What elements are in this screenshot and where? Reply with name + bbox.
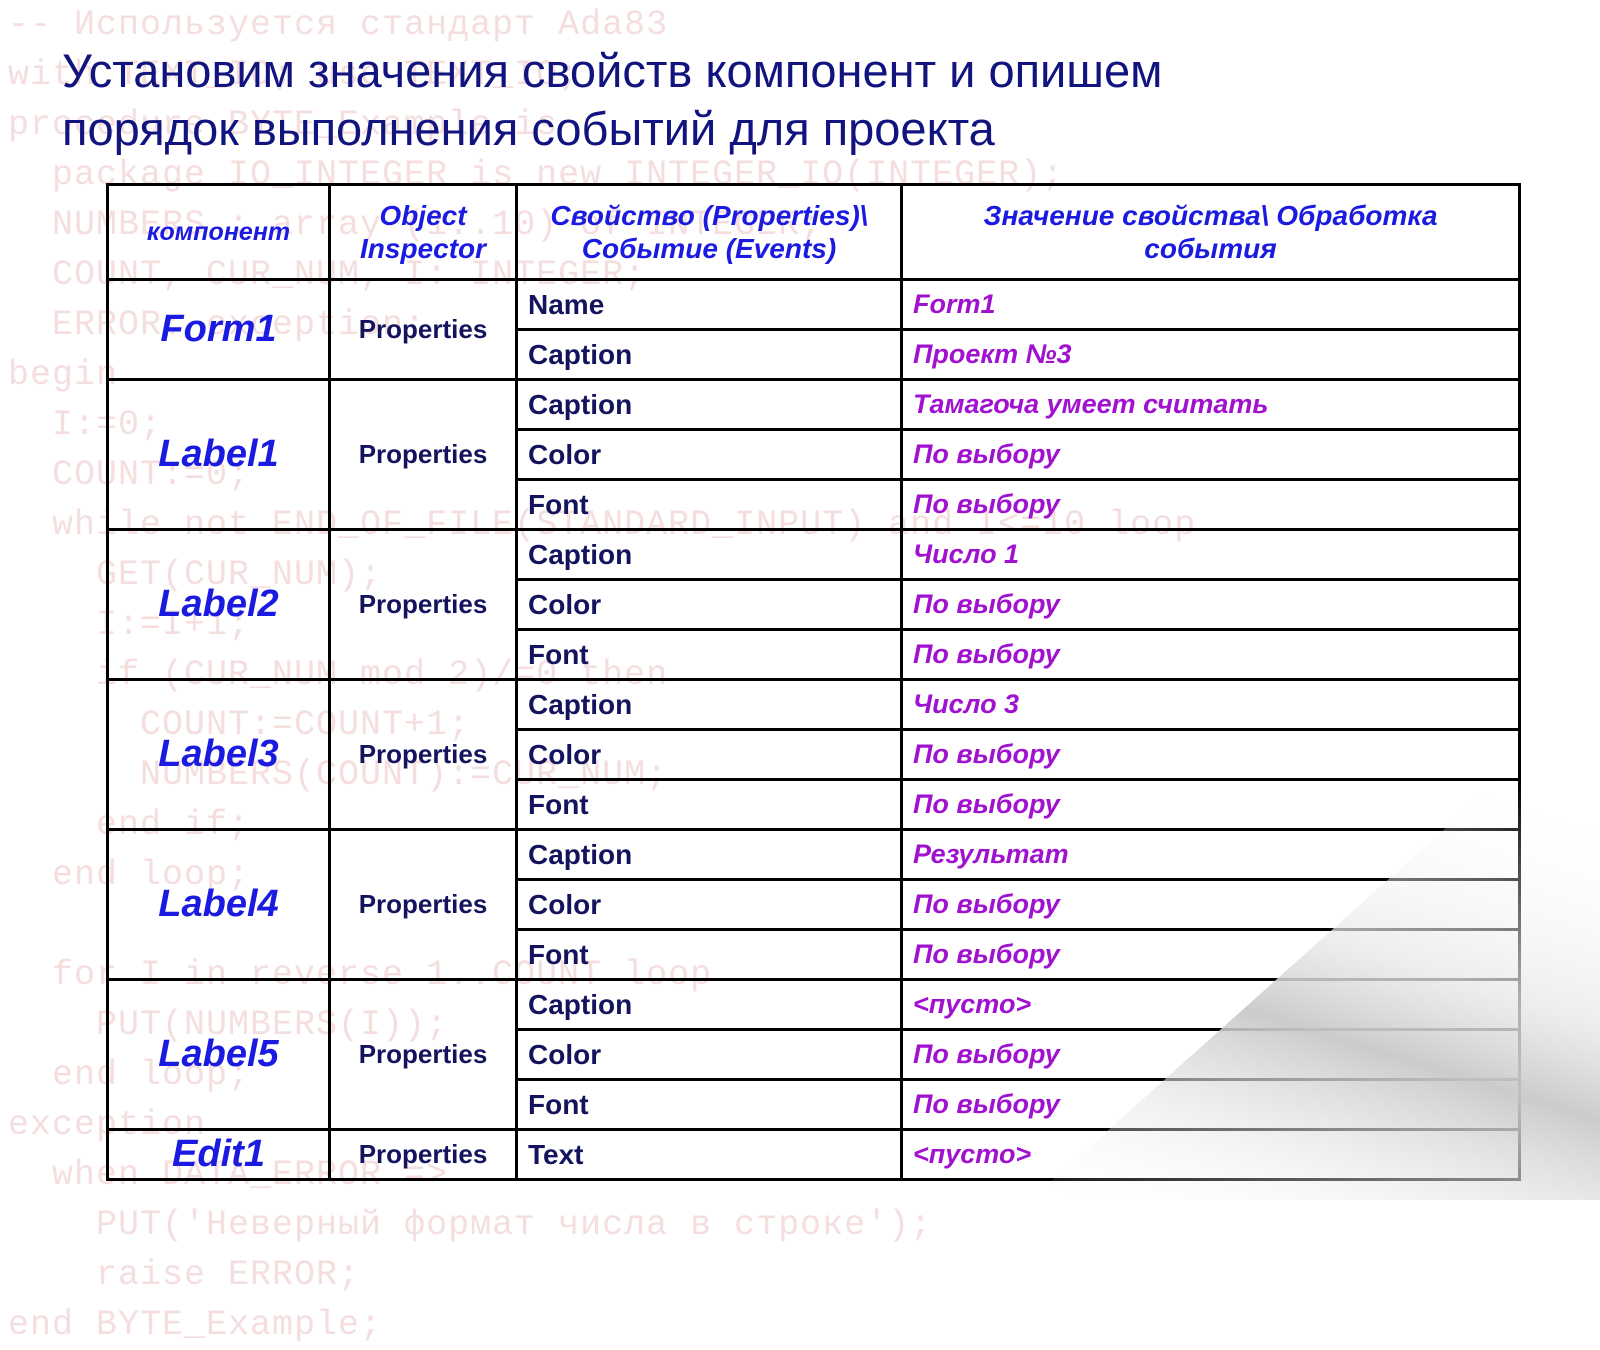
component-name-cell: Edit1 xyxy=(106,1128,331,1181)
property-value-cell: По выбору xyxy=(900,878,1521,931)
property-name-cell: Font xyxy=(515,778,903,831)
component-name-cell: Label4 xyxy=(106,828,331,981)
header-value-handler: Значение свойства\ Обработка события xyxy=(900,183,1521,281)
property-name-cell: Caption xyxy=(515,328,903,381)
table-row: Label1 Properties Caption Тамагоча умеет сч… xyxy=(106,378,1521,531)
property-value-cell: По выбору xyxy=(900,478,1521,531)
table-row: Label3 Properties Caption Число 3 xyxy=(106,678,1521,831)
component-name-cell: Label2 xyxy=(106,528,331,681)
header-object-inspector: Object Inspector xyxy=(328,183,518,281)
page-title-line-2: порядок выполнения событий для проекта xyxy=(62,102,995,155)
object-inspector-cell: Properties xyxy=(328,528,518,681)
property-value-cell: Число 3 xyxy=(900,678,1521,731)
object-inspector-cell: Properties xyxy=(328,378,518,531)
table-row: Form1 Properties Name Form1 xyxy=(106,278,1521,381)
property-value-cell: По выбору xyxy=(900,928,1521,981)
object-inspector-cell: Properties xyxy=(328,678,518,831)
header-value-handler-line-1: Значение свойства\ Обработка xyxy=(983,200,1438,231)
table-row: Label4 Properties Caption Результат xyxy=(106,828,1521,981)
property-value-cell: <пусто> xyxy=(900,978,1521,1031)
object-inspector-cell: Properties xyxy=(328,1128,518,1181)
property-value-cell: Тамагоча умеет считать xyxy=(900,378,1521,431)
object-inspector-cell: Properties xyxy=(328,978,518,1131)
property-name-cell: Font xyxy=(515,928,903,981)
property-value-cell: По выбору xyxy=(900,1078,1521,1131)
header-component: компонент xyxy=(106,183,331,281)
property-value-cell: По выбору xyxy=(900,1028,1521,1081)
property-value-cell: По выбору xyxy=(900,778,1521,831)
property-value-cell: Результат xyxy=(900,828,1521,881)
header-property-event-line-2: Событие (Events) xyxy=(581,233,837,264)
property-name-cell: Color xyxy=(515,1028,903,1081)
component-properties-table: компонент Object Inspector Свойство (Pro… xyxy=(106,183,1521,1181)
property-value-cell: <пусто> xyxy=(900,1128,1521,1181)
property-value-cell: По выбору xyxy=(900,578,1521,631)
property-value-cell: Число 1 xyxy=(900,528,1521,581)
property-name-cell: Color xyxy=(515,728,903,781)
object-inspector-cell: Properties xyxy=(328,278,518,381)
property-name-cell: Font xyxy=(515,478,903,531)
header-object-inspector-line-1: Object xyxy=(379,200,467,231)
slide-canvas: Установим значения свойств компонент и о… xyxy=(0,0,1600,1200)
component-name-cell: Label3 xyxy=(106,678,331,831)
table-row: Label2 Properties Caption Число 1 xyxy=(106,528,1521,681)
component-name-cell: Label5 xyxy=(106,978,331,1131)
object-inspector-cell: Properties xyxy=(328,828,518,981)
property-name-cell: Text xyxy=(515,1128,903,1181)
component-name-cell: Form1 xyxy=(106,278,331,381)
page-title-line-1: Установим значения свойств компонент и о… xyxy=(62,44,1163,97)
header-value-handler-line-2: события xyxy=(1144,233,1277,264)
property-name-cell: Caption xyxy=(515,378,903,431)
header-property-event: Свойство (Properties)\ Событие (Events) xyxy=(515,183,903,281)
table-body: Form1 Properties Name Form1 Caption Проект №3… xyxy=(106,278,1521,1181)
property-value-cell: Form1 xyxy=(900,278,1521,331)
property-name-cell: Name xyxy=(515,278,903,331)
property-value-cell: По выбору xyxy=(900,428,1521,481)
header-object-inspector-line-2: Inspector xyxy=(359,233,487,264)
property-name-cell: Caption xyxy=(515,678,903,731)
component-name-cell: Label1 xyxy=(106,378,331,531)
property-name-cell: Caption xyxy=(515,978,903,1031)
property-value-cell: По выбору xyxy=(900,728,1521,781)
property-name-cell: Color xyxy=(515,428,903,481)
property-value-cell: По выбору xyxy=(900,628,1521,681)
page-title: Установим значения свойств компонент и о… xyxy=(62,42,1482,158)
table-header-row: компонент Object Inspector Свойство (Pro… xyxy=(106,183,1521,281)
header-property-event-line-1: Свойство (Properties)\ xyxy=(550,200,868,231)
property-name-cell: Font xyxy=(515,1078,903,1131)
table-row: Label5 Properties Caption <пусто> xyxy=(106,978,1521,1131)
property-value-cell: Проект №3 xyxy=(900,328,1521,381)
property-name-cell: Caption xyxy=(515,528,903,581)
property-name-cell: Font xyxy=(515,628,903,681)
property-name-cell: Color xyxy=(515,878,903,931)
property-name-cell: Color xyxy=(515,578,903,631)
property-name-cell: Caption xyxy=(515,828,903,881)
table-row: Edit1 Properties Text <пусто> xyxy=(106,1128,1521,1181)
